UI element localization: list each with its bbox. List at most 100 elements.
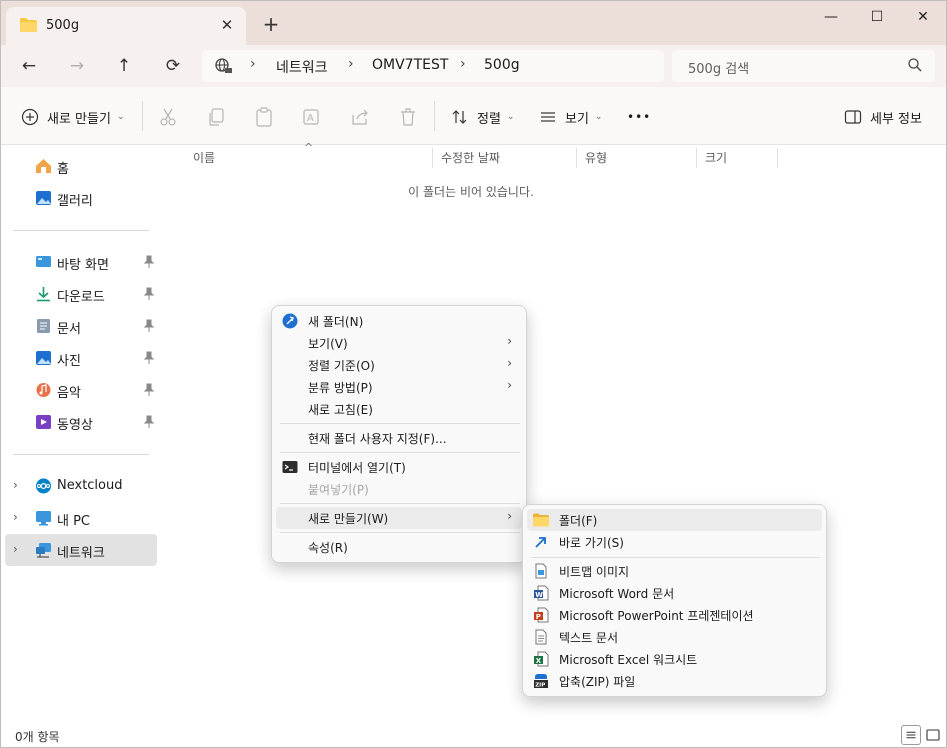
submenu-item-excel[interactable]: X Microsoft Excel 워크시트 bbox=[527, 648, 822, 670]
copy-icon[interactable] bbox=[205, 106, 227, 128]
pin-icon[interactable] bbox=[143, 287, 155, 301]
expand-chevron-icon[interactable]: › bbox=[13, 542, 18, 556]
menu-item-label: 분류 방법(P) bbox=[308, 381, 373, 395]
maximize-button[interactable]: ☐ bbox=[854, 1, 900, 33]
sidebar-item-gallery[interactable]: 갤러리 bbox=[5, 182, 157, 214]
sidebar-item-documents[interactable]: 문서 bbox=[5, 310, 157, 342]
back-button[interactable]: ← bbox=[13, 51, 45, 81]
more-options-button[interactable]: ••• bbox=[627, 106, 651, 128]
expand-chevron-icon[interactable]: › bbox=[13, 510, 18, 524]
pin-icon[interactable] bbox=[143, 319, 155, 333]
pin-icon[interactable] bbox=[143, 415, 155, 429]
tab-500g[interactable]: 500g ✕ bbox=[6, 7, 246, 45]
menu-item-new[interactable]: 새로 만들기(W) › bbox=[276, 507, 522, 529]
expand-chevron-icon[interactable]: › bbox=[13, 478, 18, 492]
menu-separator bbox=[280, 532, 520, 533]
sidebar-item-this-pc[interactable]: › 내 PC bbox=[5, 502, 157, 534]
video-icon bbox=[36, 415, 51, 429]
address-bar[interactable]: › 네트워크 › OMV7TEST › 500g bbox=[202, 50, 664, 82]
submenu-item-bitmap[interactable]: 비트맵 이미지 bbox=[527, 560, 822, 582]
new-button[interactable]: 새로 만들기 ⌄ bbox=[21, 106, 124, 128]
menu-item-refresh[interactable]: 새로 고침(E) bbox=[276, 398, 522, 420]
view-button[interactable]: 보기 ⌄ bbox=[539, 106, 602, 128]
submenu-arrow-icon: › bbox=[507, 334, 512, 348]
sidebar-item-label: 다운로드 bbox=[57, 290, 105, 305]
delete-icon[interactable] bbox=[397, 106, 419, 128]
menu-item-label: 새 폴더(N) bbox=[308, 315, 364, 329]
menu-item-label: 압축(ZIP) 파일 bbox=[559, 675, 636, 689]
download-icon bbox=[37, 287, 50, 302]
submenu-arrow-icon: › bbox=[507, 509, 512, 523]
column-header-date-modified[interactable]: 수정한 날짜 bbox=[433, 148, 577, 168]
forward-button[interactable]: → bbox=[61, 51, 93, 81]
menu-separator bbox=[280, 503, 520, 504]
sidebar-item-nextcloud[interactable]: › Nextcloud bbox=[5, 470, 157, 502]
minimize-button[interactable]: — bbox=[808, 1, 854, 33]
navigation-bar: ← → ↑ ⟳ › 네트워크 › OMV7TEST › 500g 500g 검색 bbox=[1, 45, 946, 87]
breadcrumb-500g[interactable]: 500g bbox=[484, 57, 520, 73]
folder-icon bbox=[533, 513, 549, 527]
up-button[interactable]: ↑ bbox=[108, 51, 140, 81]
new-tab-button[interactable]: + bbox=[259, 14, 283, 36]
details-view-icon[interactable] bbox=[901, 725, 921, 745]
breadcrumb-network[interactable]: 네트워크 bbox=[276, 57, 328, 77]
submenu-item-folder[interactable]: 폴더(F) bbox=[527, 509, 822, 531]
search-box[interactable]: 500g 검색 bbox=[672, 50, 935, 82]
document-icon bbox=[37, 319, 50, 333]
details-pane-button[interactable]: 세부 정보 bbox=[844, 106, 922, 128]
cut-icon[interactable] bbox=[157, 106, 179, 128]
breadcrumb-omv7test[interactable]: OMV7TEST bbox=[372, 57, 448, 73]
file-explorer-window: 500g ✕ + — ☐ ✕ ← → ↑ ⟳ › 네트워크 › OMV7TEST… bbox=[0, 0, 947, 748]
rename-icon[interactable]: A bbox=[301, 106, 323, 128]
sidebar-item-music[interactable]: 음악 bbox=[5, 374, 157, 406]
gallery-icon bbox=[36, 191, 51, 205]
pin-icon[interactable] bbox=[143, 351, 155, 365]
sidebar-item-desktop[interactable]: 바탕 화면 bbox=[5, 246, 157, 278]
column-header-type[interactable]: 유형 bbox=[577, 148, 697, 168]
menu-item-properties[interactable]: 속성(R) bbox=[276, 536, 522, 558]
sidebar-item-pictures[interactable]: 사진 bbox=[5, 342, 157, 374]
sidebar-item-label: 동영상 bbox=[57, 418, 93, 433]
title-bar: 500g ✕ + — ☐ ✕ bbox=[1, 1, 946, 45]
submenu-item-text-document[interactable]: 텍스트 문서 bbox=[527, 626, 822, 648]
menu-item-group-by[interactable]: 분류 방법(P) › bbox=[276, 376, 522, 398]
menu-item-label: Microsoft Excel 워크시트 bbox=[559, 653, 698, 667]
item-count: 0개 항목 bbox=[15, 730, 60, 744]
paste-icon[interactable] bbox=[253, 106, 275, 128]
search-input[interactable]: 500g 검색 bbox=[688, 58, 749, 77]
sidebar-item-network[interactable]: › 네트워크 bbox=[5, 534, 157, 566]
menu-item-customize-folder[interactable]: 현재 폴더 사용자 지정(F)... bbox=[276, 427, 522, 449]
sort-label: 정렬 bbox=[477, 111, 501, 127]
sidebar-item-videos[interactable]: 동영상 bbox=[5, 406, 157, 438]
text-document-icon bbox=[535, 629, 547, 645]
share-icon[interactable] bbox=[349, 106, 371, 128]
sort-button[interactable]: 정렬 ⌄ bbox=[451, 106, 514, 128]
submenu-item-shortcut[interactable]: 바로 가기(S) bbox=[527, 531, 822, 553]
menu-separator bbox=[280, 423, 520, 424]
tiles-view-icon[interactable] bbox=[923, 725, 943, 745]
column-header-name[interactable]: 이름 bbox=[185, 148, 433, 168]
menu-item-label: Microsoft Word 문서 bbox=[559, 587, 675, 601]
tab-close-icon[interactable]: ✕ bbox=[216, 14, 238, 36]
close-window-button[interactable]: ✕ bbox=[900, 1, 946, 33]
submenu-item-powerpoint[interactable]: P Microsoft PowerPoint 프레젠테이션 bbox=[527, 604, 822, 626]
tab-title: 500g bbox=[46, 18, 80, 33]
column-header-size[interactable]: 크기 bbox=[697, 148, 778, 168]
svg-text:A: A bbox=[307, 113, 314, 124]
sidebar-item-home[interactable]: 홈 bbox=[5, 150, 157, 182]
menu-item-new-folder[interactable]: 새 폴더(N) bbox=[276, 310, 522, 332]
pin-icon[interactable] bbox=[143, 383, 155, 397]
submenu-item-zip[interactable]: ZIP 압축(ZIP) 파일 bbox=[527, 670, 822, 692]
empty-folder-message: 이 폴더는 비어 있습니다. bbox=[408, 185, 534, 199]
menu-item-view[interactable]: 보기(V) › bbox=[276, 332, 522, 354]
sidebar-item-downloads[interactable]: 다운로드 bbox=[5, 278, 157, 310]
menu-item-label: 정렬 기준(O) bbox=[308, 359, 375, 373]
toolbar-divider bbox=[434, 101, 435, 131]
refresh-button[interactable]: ⟳ bbox=[157, 51, 189, 81]
menu-item-open-in-terminal[interactable]: 터미널에서 열기(T) bbox=[276, 456, 522, 478]
submenu-item-word[interactable]: W Microsoft Word 문서 bbox=[527, 582, 822, 604]
submenu-arrow-icon: › bbox=[507, 378, 512, 392]
menu-item-label: 텍스트 문서 bbox=[559, 631, 619, 645]
pin-icon[interactable] bbox=[143, 255, 155, 269]
menu-item-sort-by[interactable]: 정렬 기준(O) › bbox=[276, 354, 522, 376]
